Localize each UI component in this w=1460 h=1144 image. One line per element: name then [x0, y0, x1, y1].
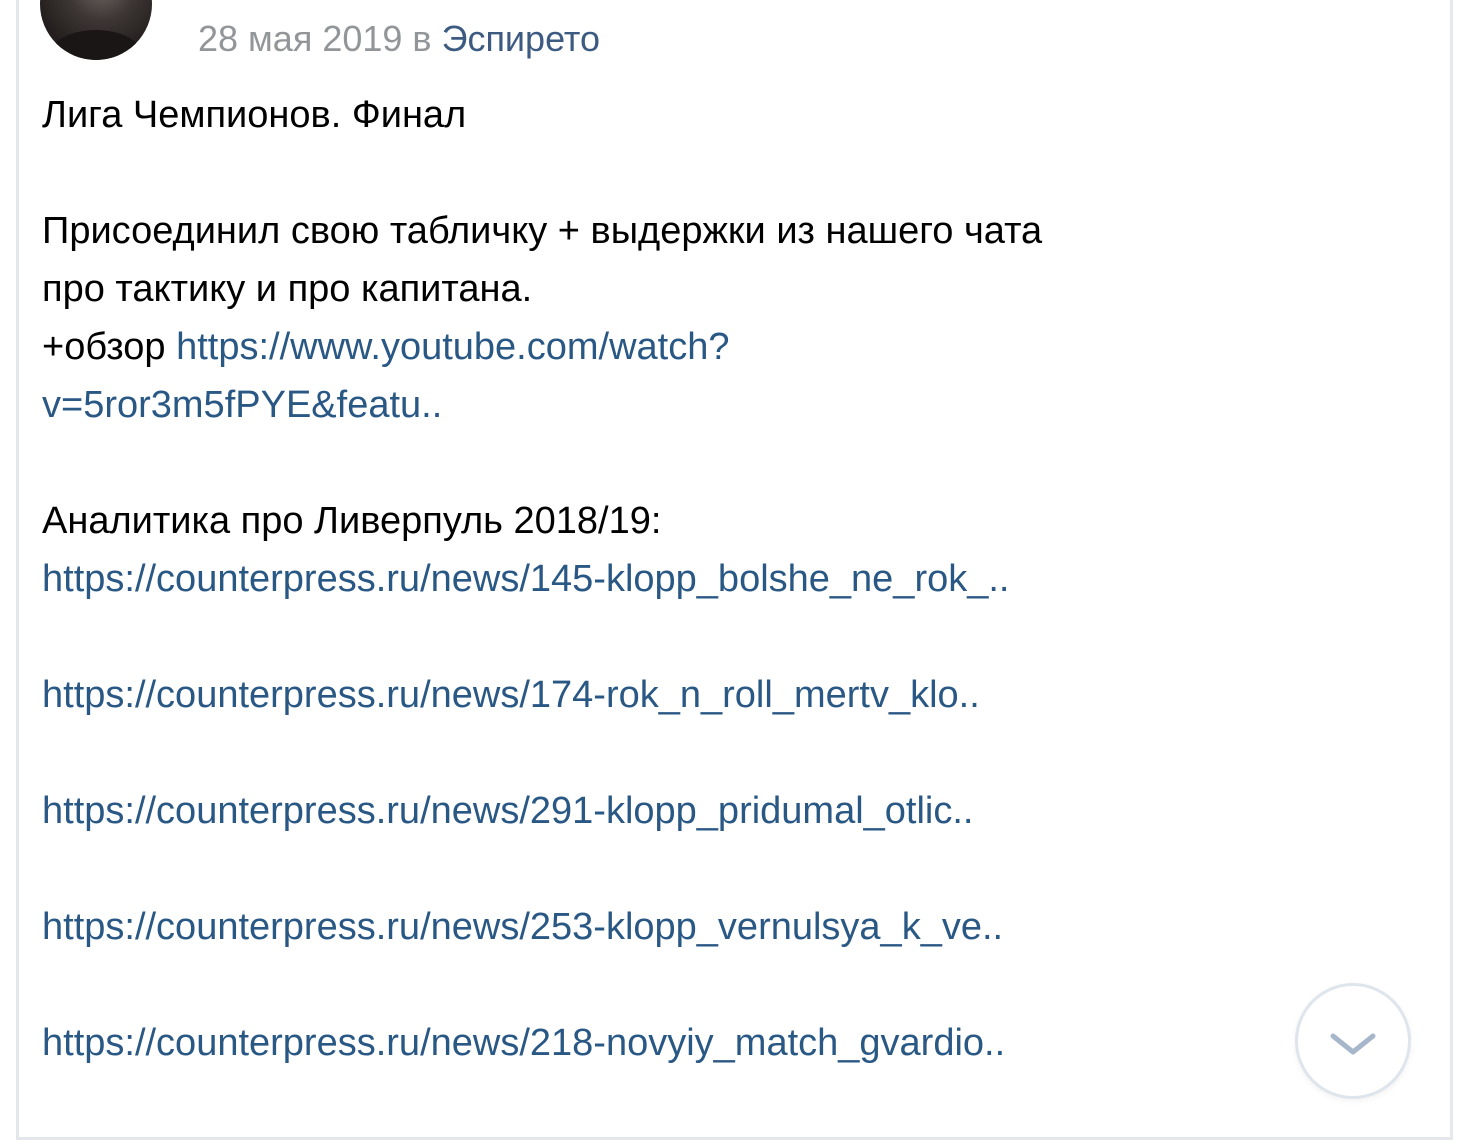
post-paragraph-line: про тактику и про капитана. — [42, 268, 533, 310]
post-group-link[interactable]: Эспирето — [442, 18, 600, 59]
post-text: Лига Чемпионов. Финал Присоединил свою т… — [42, 86, 1242, 1072]
counterpress-link-1[interactable]: https://counterpress.ru/news/145-klopp_b… — [42, 558, 1009, 600]
counterpress-link-2[interactable]: https://counterpress.ru/news/174-rok_n_r… — [42, 674, 980, 716]
avatar-figure — [50, 30, 142, 60]
link-line: https://counterpress.ru/news/253-klopp_v… — [42, 898, 1242, 956]
counterpress-link-5[interactable]: https://counterpress.ru/news/218-novyiy_… — [42, 1022, 1005, 1064]
review-line: +обзор https://www.youtube.com/watch? — [42, 318, 1242, 376]
post-title: Лига Чемпионов. Финал — [42, 94, 467, 136]
scroll-down-button[interactable] — [1295, 983, 1411, 1099]
link-line: https://counterpress.ru/news/218-novyiy_… — [42, 1014, 1242, 1072]
review-line-continued: v=5ror3m5fPYE&featu.. — [42, 376, 1242, 434]
youtube-link[interactable]: https://www.youtube.com/watch? — [176, 326, 729, 368]
post-paragraph-line: Присоединил свою табличку + выдержки из … — [42, 210, 1043, 252]
chevron-down-icon — [1330, 1033, 1376, 1055]
post-meta: 28 мая 2019 в Эспирето — [198, 18, 600, 60]
link-line: https://counterpress.ru/news/291-klopp_p… — [42, 782, 1242, 840]
youtube-link-continued[interactable]: v=5ror3m5fPYE&featu.. — [42, 384, 442, 426]
author-avatar[interactable] — [40, 0, 152, 60]
review-prefix: +обзор — [42, 326, 166, 368]
link-line: https://counterpress.ru/news/145-klopp_b… — [42, 550, 1242, 608]
analytics-heading: Аналитика про Ливерпуль 2018/19: — [42, 500, 662, 542]
link-line: https://counterpress.ru/news/174-rok_n_r… — [42, 666, 1242, 724]
post-in-word: в — [412, 18, 432, 59]
post-date[interactable]: 28 мая 2019 — [198, 18, 402, 59]
counterpress-link-4[interactable]: https://counterpress.ru/news/253-klopp_v… — [42, 906, 1003, 948]
counterpress-link-3[interactable]: https://counterpress.ru/news/291-klopp_p… — [42, 790, 973, 832]
